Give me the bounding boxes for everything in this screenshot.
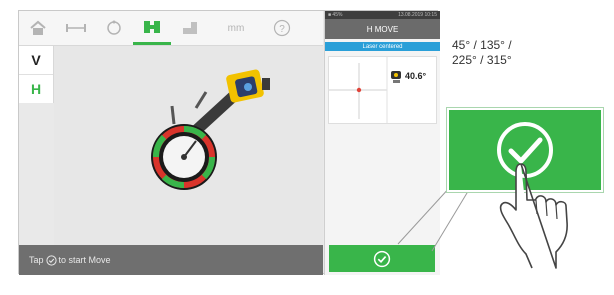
angle-line-1: 45° / 135° /	[452, 38, 512, 52]
angle-annotation: 45° / 135° / 225° / 315°	[452, 38, 512, 68]
tapping-hand-illustration	[499, 163, 568, 269]
angle-line-2: 225° / 315°	[452, 53, 512, 67]
